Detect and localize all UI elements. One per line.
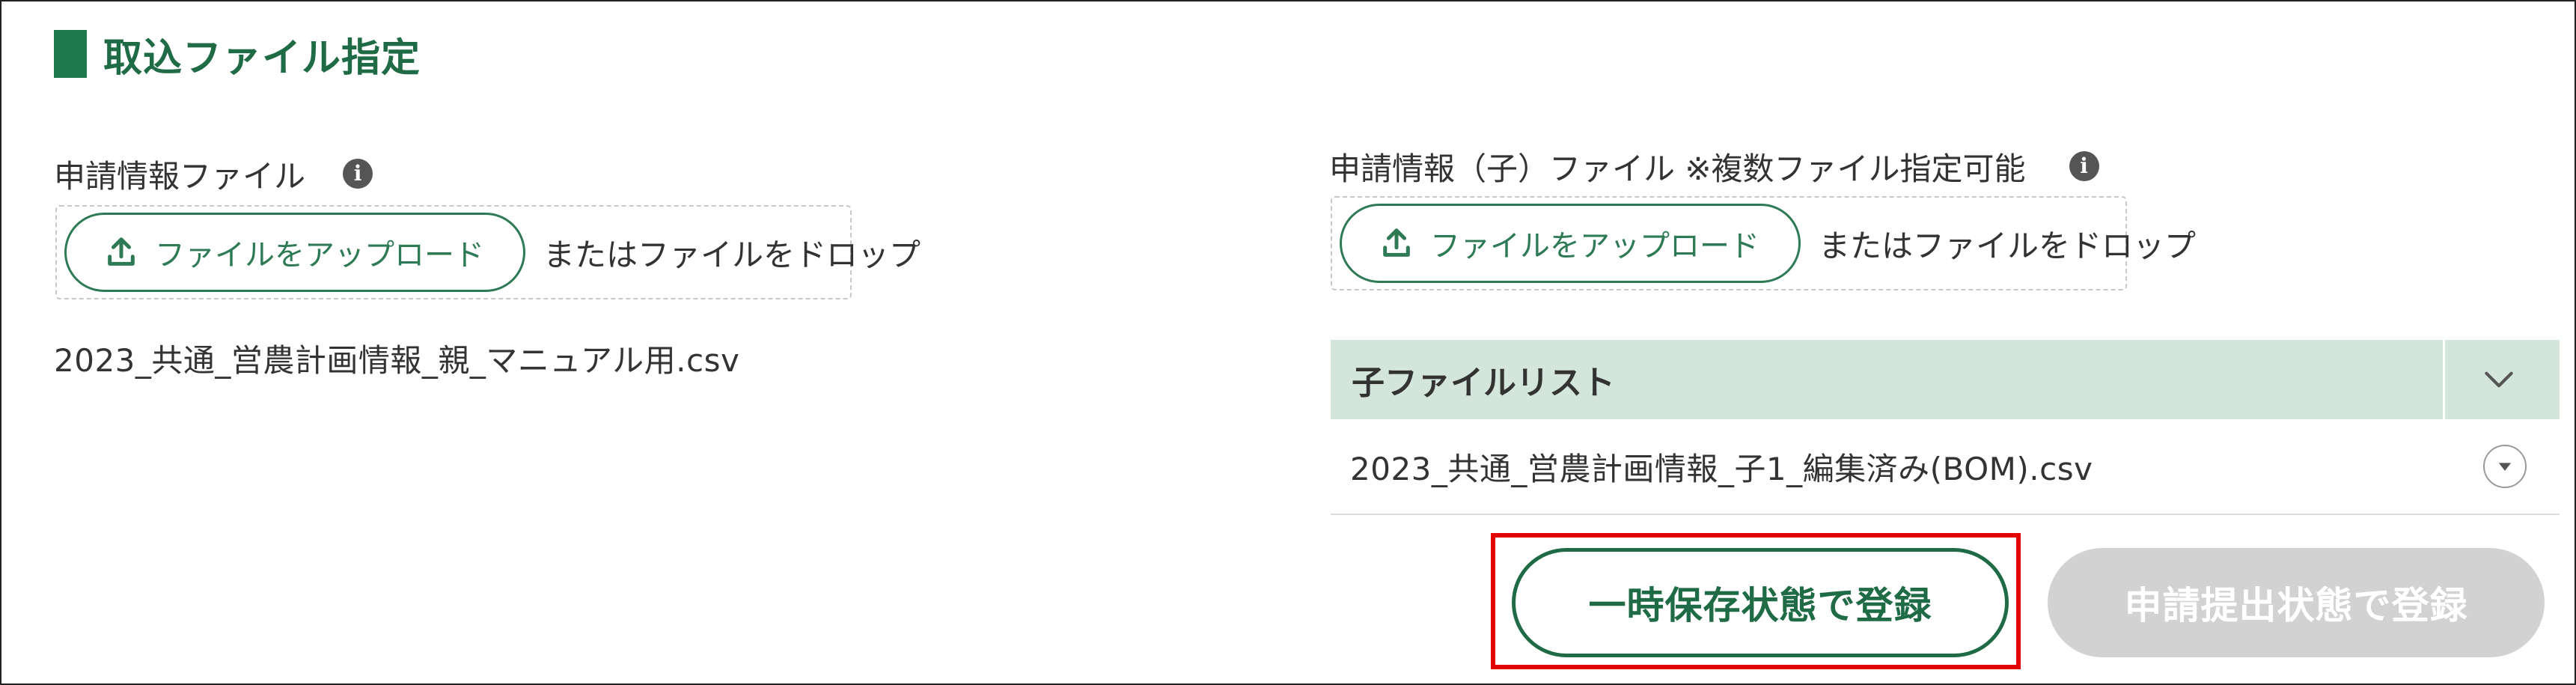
parent-file-label: 申請情報ファイル [54, 157, 306, 195]
section-accent-bar [54, 30, 87, 78]
section-header: 取込ファイル指定 [54, 28, 421, 81]
column-divider [2443, 340, 2445, 419]
temporary-save-button[interactable]: 一時保存状態で登録 [1512, 548, 2009, 657]
parent-file-label-row: 申請情報ファイル i [54, 151, 373, 196]
info-icon[interactable]: i [343, 159, 373, 189]
parent-selected-filename: 2023_共通_営農計画情報_親_マニュアル用.csv [54, 342, 740, 379]
submit-button: 申請提出状態で登録 [2048, 548, 2545, 657]
parent-file-dropzone[interactable]: ファイルをアップロード またはファイルをドロップ [55, 205, 921, 299]
upload-icon [1383, 228, 1410, 257]
parent-upload-label: ファイルをアップロード [155, 238, 484, 273]
caret-down-icon [2498, 463, 2512, 471]
child-drop-text: またはファイルをドロップ [1819, 227, 2197, 264]
child-file-label: 申請情報（子）ファイル ※複数ファイル指定可能 [1329, 150, 2026, 187]
child-filename: 2023_共通_営農計画情報_子1_編集済み(BOM).csv [1350, 450, 2093, 487]
file-import-panel: 取込ファイル指定 申請情報ファイル i ファイルをアップロード またはファイルを… [0, 0, 2576, 685]
child-upload-label: ファイルをアップロード [1430, 229, 1759, 264]
parent-upload-button[interactable]: ファイルをアップロード [64, 213, 525, 292]
info-icon[interactable]: i [2069, 151, 2099, 181]
upload-icon [108, 237, 135, 266]
chevron-down-icon[interactable] [2480, 361, 2518, 398]
child-upload-button[interactable]: ファイルをアップロード [1340, 204, 1801, 283]
child-file-list-title: 子ファイルリスト [1352, 364, 1615, 402]
parent-drop-text: またはファイルをドロップ [543, 236, 921, 273]
list-item: 2023_共通_営農計画情報_子1_編集済み(BOM).csv [1331, 419, 2560, 515]
child-file-list-header[interactable]: 子ファイルリスト [1331, 340, 2560, 419]
row-menu-button[interactable] [2483, 445, 2527, 488]
child-file-dropzone[interactable]: ファイルをアップロード またはファイルをドロップ [1331, 196, 2196, 290]
section-title: 取込ファイル指定 [103, 35, 421, 81]
child-file-label-row: 申請情報（子）ファイル ※複数ファイル指定可能 i [1329, 144, 2099, 189]
